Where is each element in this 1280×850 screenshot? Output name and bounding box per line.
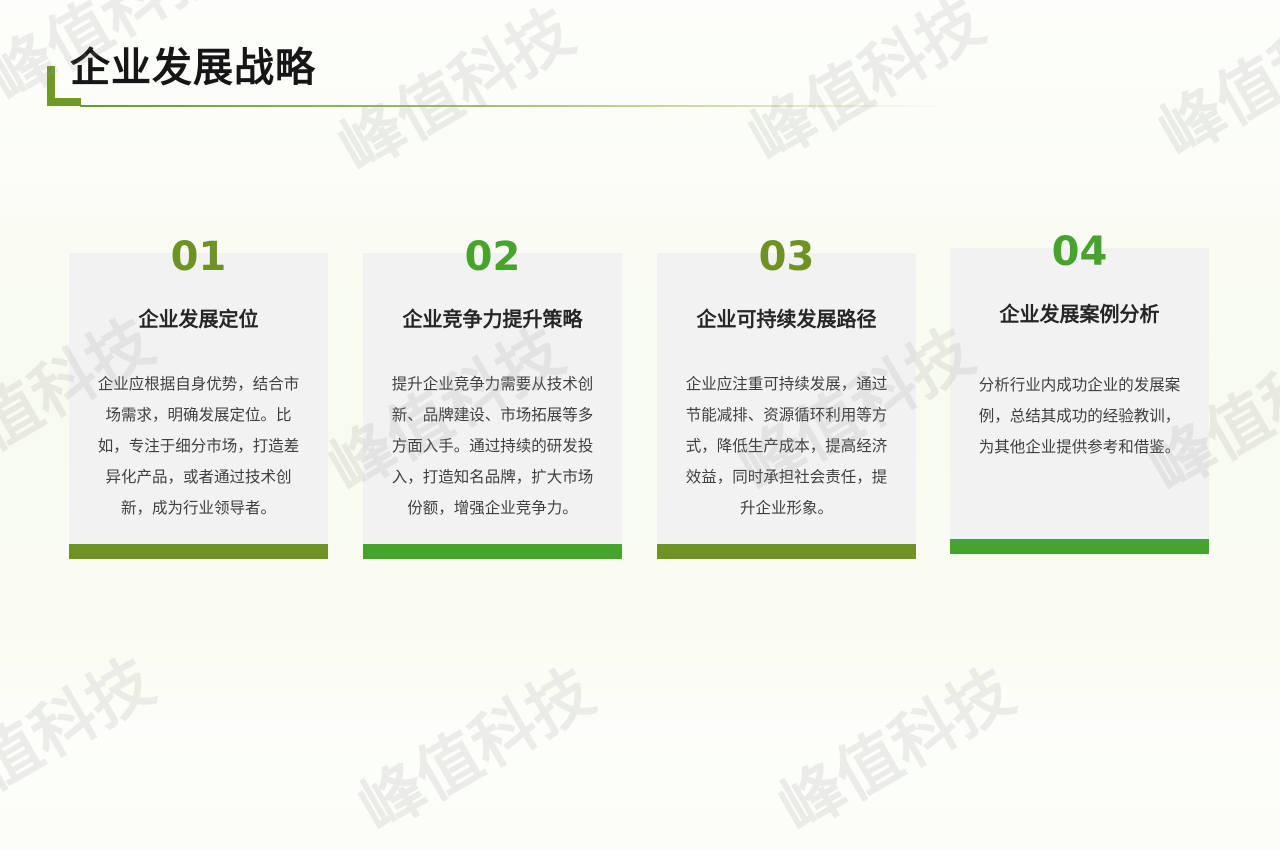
card-number: 04 (1051, 229, 1108, 275)
strategy-card-02: 02 企业竞争力提升策略 提升企业竞争力需要从技术创新、品牌建设、市场拓展等多方… (363, 234, 622, 559)
card-accent-bar (950, 539, 1209, 554)
card-accent-bar (657, 544, 916, 559)
card-title: 企业竞争力提升策略 (402, 307, 583, 331)
watermark-text: 峰值科技 (737, 0, 997, 178)
strategy-card-03: 03 企业可持续发展路径 企业应注重可持续发展，通过节能减排、资源循环利用等方式… (657, 234, 916, 559)
strategy-card-04: 04 企业发展案例分析 分析行业内成功企业的发展案例，总结其成功的经验教训，为其… (950, 229, 1209, 554)
card-title: 企业发展案例分析 (999, 302, 1160, 326)
card-number: 02 (464, 234, 521, 280)
card-number: 01 (170, 234, 227, 280)
card-body: 分析行业内成功企业的发展案例，总结其成功的经验教训，为其他企业提供参考和借鉴。 (978, 376, 1181, 456)
watermark-text: 峰值科技 (767, 654, 1027, 848)
page-title: 企业发展战略 (70, 45, 316, 91)
watermark-text: 峰值科技 (1147, 0, 1280, 173)
card-body: 提升企业竞争力需要从技术创新、品牌建设、市场拓展等多方面入手。通过持续的研发投入… (391, 375, 594, 517)
title-accent-mark-foot (47, 98, 81, 106)
card-title: 企业发展定位 (138, 307, 259, 331)
card-accent-bar (363, 544, 622, 559)
strategy-card-01: 01 企业发展定位 企业应根据自身优势，结合市场需求，明确发展定位。比如，专注于… (69, 234, 328, 559)
title-underline (80, 105, 950, 107)
watermark-text: 峰值科技 (0, 644, 167, 838)
card-body: 企业应注重可持续发展，通过节能减排、资源循环利用等方式，降低生产成本，提高经济效… (685, 375, 888, 517)
watermark-text: 峰值科技 (347, 654, 607, 848)
watermark-text: 峰值科技 (327, 0, 587, 188)
card-number: 03 (758, 234, 815, 280)
card-title: 企业可持续发展路径 (696, 307, 877, 331)
card-body: 企业应根据自身优势，结合市场需求，明确发展定位。比如，专注于细分市场，打造差异化… (97, 375, 300, 517)
card-accent-bar (69, 544, 328, 559)
